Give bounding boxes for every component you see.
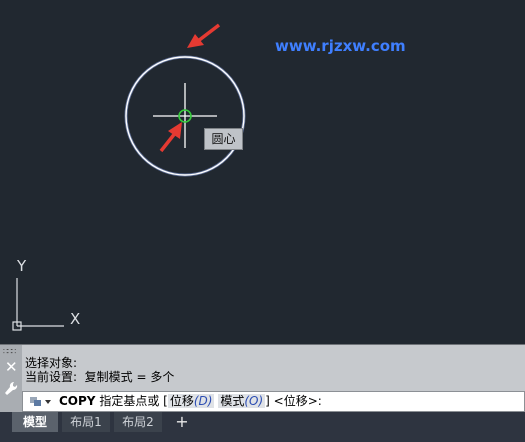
- ucs-x-label: X: [70, 310, 80, 328]
- option-displacement[interactable]: 位移(D): [167, 394, 215, 408]
- command-window-grip[interactable]: ∷∷∷ ✕: [0, 345, 22, 413]
- prompt-text: 指定基点或: [99, 394, 160, 408]
- command-history-line: 选择对象:: [25, 356, 78, 370]
- grip-dots-icon[interactable]: ∷∷∷: [3, 348, 19, 356]
- tab-layout2[interactable]: 布局2: [114, 412, 162, 432]
- watermark: www.rjzxw.com: [275, 37, 406, 55]
- bracket-close: ]: [265, 394, 270, 408]
- wrench-icon[interactable]: [4, 381, 18, 397]
- ucs-y-label: Y: [16, 257, 27, 275]
- arrow-icon: [159, 122, 182, 153]
- option-mode-label: 模式: [220, 394, 245, 408]
- tab-model[interactable]: 模型: [12, 412, 58, 432]
- snap-tooltip: 圆心: [204, 128, 243, 150]
- option-mode[interactable]: 模式(O): [218, 394, 266, 408]
- tab-layout1[interactable]: 布局1: [62, 412, 110, 432]
- layout-tab-bar: 模型 布局1 布局2 +: [0, 412, 525, 442]
- ucs-icon: Y X: [12, 257, 80, 331]
- arrow-icon: [187, 23, 221, 48]
- command-recent-icon[interactable]: [29, 394, 53, 408]
- option-mode-key: (O): [244, 394, 264, 408]
- command-input[interactable]: COPY 指定基点或 [位移(D) 模式(O)] <位移>:: [22, 391, 525, 412]
- command-name: COPY: [59, 394, 96, 408]
- command-prompt: COPY 指定基点或 [位移(D) 模式(O)] <位移>:: [59, 392, 322, 411]
- option-displacement-label: 位移: [169, 394, 194, 408]
- canvas-graphics: Y X: [12, 23, 246, 331]
- add-layout-icon[interactable]: +: [173, 413, 191, 431]
- command-history-line: 当前设置: 复制模式 = 多个: [25, 370, 175, 384]
- default-option: <位移>:: [273, 394, 322, 408]
- close-icon[interactable]: ✕: [5, 360, 18, 375]
- drawing-canvas[interactable]: Y X www.rjzxw.com 圆心: [0, 0, 525, 344]
- option-displacement-key: (D): [193, 394, 213, 408]
